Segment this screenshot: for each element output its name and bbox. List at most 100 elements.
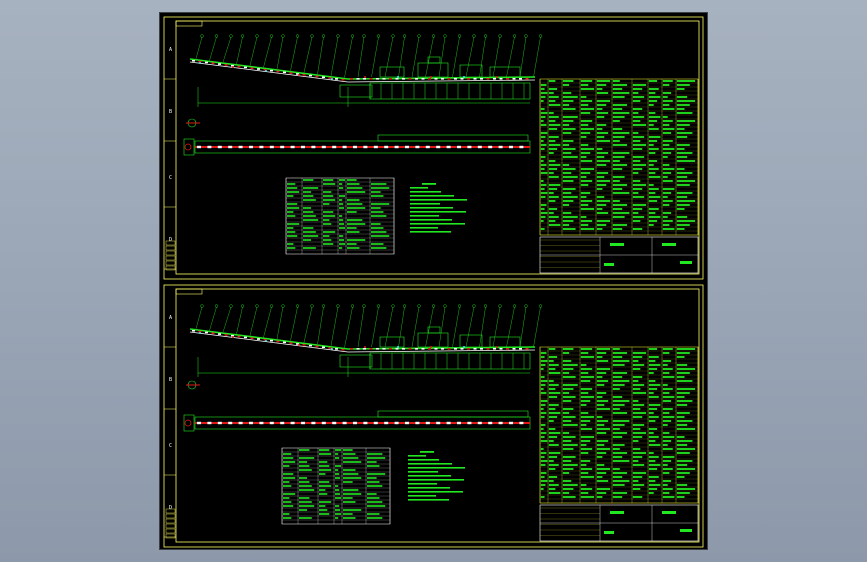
- bom-cell-text: [540, 204, 547, 206]
- table-cell-text: [303, 231, 316, 233]
- callout-balloon: [431, 34, 436, 38]
- bom-cell-text: [548, 392, 561, 394]
- bom-cell-text: [612, 496, 623, 498]
- title-block-text: [610, 511, 624, 514]
- bom-cell-text: [562, 212, 572, 214]
- belt-segment: [525, 78, 529, 80]
- marker-dot: [496, 346, 498, 348]
- callout-balloon: [457, 304, 462, 308]
- table-cell-text: [287, 243, 294, 245]
- table-cell-text: [343, 497, 353, 499]
- belt-segment: [224, 334, 228, 336]
- bom-cell-text: [548, 372, 561, 374]
- bom-cell-text: [632, 368, 641, 370]
- bom-cell-text: [676, 448, 696, 450]
- bom-cell-text: [612, 444, 625, 446]
- callout-balloon: [350, 34, 355, 38]
- bom-cell-text: [676, 356, 685, 358]
- bom-cell-text: [548, 100, 556, 102]
- bom-cell-text: [632, 112, 639, 114]
- belt-segment: [408, 348, 412, 350]
- drawing-canvas[interactable]: A B C D A B C D: [160, 13, 707, 549]
- bom-cell-text: [662, 100, 673, 102]
- callout-leader: [506, 36, 515, 78]
- zone-label: D: [169, 237, 172, 243]
- bom-cell-text: [596, 356, 603, 358]
- table-cell-text: [339, 243, 346, 245]
- table-cell-text: [371, 227, 384, 229]
- bom-cell-text: [596, 208, 603, 210]
- bom-cell-text: [612, 216, 625, 218]
- belt-segment: [493, 78, 496, 80]
- callout-balloon: [269, 34, 274, 38]
- table-cell-text: [323, 215, 336, 217]
- table-cell-text: [319, 505, 326, 507]
- bom-cell-text: [632, 440, 639, 442]
- belt-segment: [302, 343, 306, 346]
- plan-idler: [301, 145, 305, 149]
- bom-cell-text: [580, 492, 589, 494]
- bom-cell-text: [562, 168, 576, 170]
- bom-cell-text: [648, 420, 656, 422]
- marker-dot: [265, 340, 267, 342]
- callout-leader: [384, 306, 394, 348]
- support-truss: [369, 352, 531, 370]
- bom-cell-text: [648, 392, 654, 394]
- bom-cell-text: [632, 160, 641, 162]
- bom-cell-text: [648, 416, 659, 418]
- table-cell-text: [287, 211, 294, 213]
- bom-cell-text: [562, 480, 572, 482]
- bom-cell-text: [612, 356, 623, 358]
- bom-cell-text: [612, 104, 627, 106]
- bom-cell-text: [580, 428, 593, 430]
- bom-cell-text: [540, 188, 545, 190]
- belt-segment: [460, 78, 464, 80]
- table-cell-text: [319, 469, 332, 471]
- bom-cell-text: [548, 200, 556, 202]
- bom-cell-text: [562, 348, 574, 350]
- table-cell-text: [287, 235, 298, 237]
- table-cell-text: [347, 203, 363, 205]
- bom-cell-text: [648, 184, 654, 186]
- bom-cell-text: [596, 212, 609, 214]
- bom-cell-text: [562, 472, 570, 474]
- title-block-text: [662, 511, 676, 514]
- table-cell-text: [319, 513, 330, 515]
- callout-balloon: [472, 34, 476, 38]
- bom-cell-text: [676, 88, 685, 90]
- bom-cell-text: [548, 112, 554, 114]
- notes-line: [410, 215, 439, 217]
- belt-segment: [467, 348, 470, 350]
- table-cell-text: [287, 247, 296, 249]
- bom-cell-text: [662, 484, 668, 486]
- bom-cell-text: [648, 224, 654, 226]
- bom-cell-text: [676, 380, 693, 382]
- bom-cell-text: [612, 188, 623, 190]
- bom-cell-text: [580, 376, 595, 378]
- cad-viewport[interactable]: A B C D A B C D: [0, 0, 867, 562]
- callout-balloon: [512, 304, 517, 308]
- plan-idler: [519, 145, 524, 149]
- bom-cell-text: [662, 200, 673, 202]
- bom-cell-text: [632, 220, 641, 222]
- table-cell-text: [343, 457, 359, 459]
- bom-cell-text: [612, 180, 620, 182]
- bom-cell-text: [596, 444, 605, 446]
- bom-cell-text: [662, 128, 675, 130]
- bom-cell-text: [612, 432, 627, 434]
- bom-cell-text: [562, 216, 578, 218]
- bom-cell-text: [580, 132, 591, 134]
- plan-idler: [405, 421, 409, 425]
- bom-cell-text: [662, 132, 672, 134]
- belt-segment: [244, 336, 247, 339]
- callout-leader: [330, 36, 339, 76]
- table-cell-text: [335, 469, 339, 471]
- table-cell-text: [299, 477, 307, 479]
- bom-cell-text: [580, 364, 587, 366]
- belt-segment: [395, 348, 399, 350]
- belt-segment: [499, 78, 503, 80]
- bom-cell-text: [548, 432, 561, 434]
- bom-cell-text: [562, 392, 570, 394]
- plan-idler: [311, 421, 316, 425]
- bom-cell-text: [562, 188, 576, 190]
